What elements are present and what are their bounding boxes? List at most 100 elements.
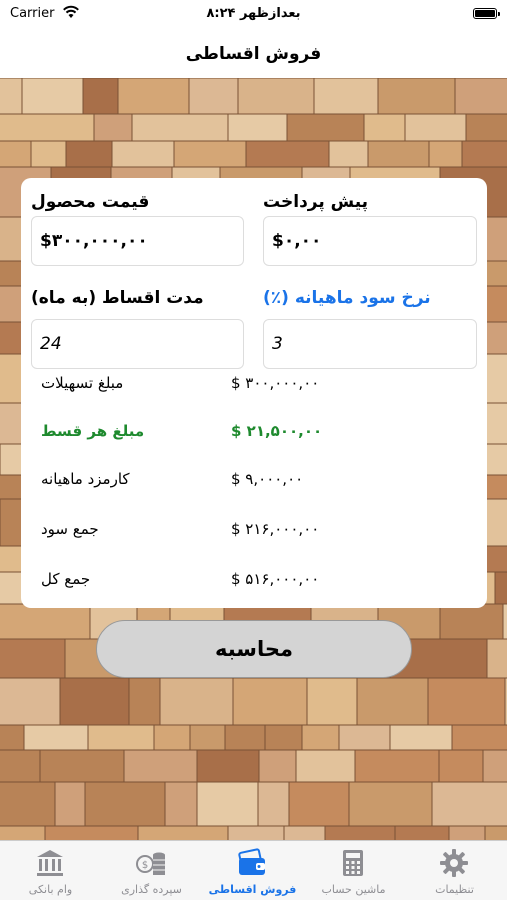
tab-bank-loan[interactable]: وام بانکی (0, 841, 101, 901)
wood-block (461, 140, 507, 168)
result-value: $ ۲۱,۵۰۰,۰۰ (231, 422, 323, 440)
wood-block (44, 825, 139, 840)
wood-block (131, 113, 229, 142)
page-title: فروش اقساطی (185, 44, 322, 64)
product-price-label: قیمت محصول (31, 192, 150, 212)
wood-block (313, 78, 379, 115)
status-bar: Carrier ۸:۲۴ بعدازظهر (0, 0, 507, 30)
tab-settings[interactable]: تنظیمات (404, 841, 505, 901)
wood-block (404, 113, 467, 142)
result-value: $ ۲۱۶,۰۰۰,۰۰ (231, 520, 320, 538)
wood-block (439, 603, 504, 640)
gear-icon (440, 849, 468, 877)
wood-block (153, 724, 191, 751)
tab-calculator[interactable]: ماشین حساب (303, 841, 404, 901)
wood-block (454, 78, 507, 115)
wood-block (431, 781, 507, 827)
wood-block (0, 749, 41, 783)
tab-bar: وام بانکی $ سپرده گذاری فروش اقساطی ماشی… (0, 840, 507, 900)
wood-block (0, 78, 23, 115)
wood-block (0, 603, 91, 640)
tab-deposit[interactable]: $ سپرده گذاری (101, 841, 202, 901)
result-value: $ ۵۱۶,۰۰۰,۰۰ (231, 570, 320, 588)
wood-block (87, 724, 155, 751)
wood-block (283, 825, 326, 840)
wood-block (438, 749, 484, 783)
wallet-icon (238, 848, 265, 875)
wood-block (128, 677, 161, 726)
wood-block (159, 677, 234, 726)
wood-block (82, 78, 119, 115)
wood-block (389, 724, 453, 751)
wood-block (224, 724, 266, 751)
wood-block (59, 677, 130, 726)
wood-block (21, 78, 84, 115)
wood-block (258, 749, 297, 783)
wood-block (237, 78, 315, 115)
wood-block (306, 677, 358, 726)
wood-block (348, 781, 433, 827)
wood-block (0, 825, 46, 840)
monthly-rate-label: نرخ سود ماهیانه (٪) (263, 288, 431, 308)
wood-block (173, 140, 247, 168)
wood-block (448, 825, 486, 840)
down-payment-input[interactable]: $۰,۰۰ (263, 216, 477, 266)
monthly-rate-input[interactable]: 3 (263, 319, 477, 369)
wood-block (93, 113, 133, 142)
wood-block (0, 140, 32, 168)
wood-block (30, 140, 67, 168)
result-label: کارمزد ماهیانه (41, 470, 130, 488)
svg-text:$: $ (142, 860, 148, 871)
tab-label: سپرده گذاری (121, 883, 182, 896)
clock: ۸:۲۴ بعدازظهر (206, 6, 301, 21)
tab-label: تنظیمات (435, 883, 474, 896)
wood-block (324, 825, 396, 840)
result-label: جمع کل (41, 570, 91, 588)
wood-block (84, 781, 166, 827)
result-value: $ ۳۰۰,۰۰۰,۰۰ (231, 374, 320, 392)
result-row-total-interest: جمع سود $ ۲۱۶,۰۰۰,۰۰ (21, 520, 487, 544)
wood-block (301, 724, 340, 751)
installment-period-input[interactable]: 24 (31, 319, 244, 369)
wood-block (502, 603, 507, 640)
result-label: مبلغ تسهیلات (41, 374, 124, 392)
result-label: جمع سود (41, 520, 99, 538)
down-payment-label: پیش پرداخت (263, 192, 369, 212)
tab-installment-sales[interactable]: فروش اقساطی (202, 841, 303, 901)
wood-block (354, 749, 440, 783)
wood-block (0, 781, 56, 827)
wood-block (0, 724, 25, 751)
calculator-icon (343, 850, 363, 876)
wood-block (482, 749, 507, 783)
wood-block (295, 749, 356, 783)
wood-block (111, 140, 175, 168)
result-label: مبلغ هر قسط (41, 422, 145, 440)
wood-block (137, 825, 229, 840)
result-row-loan-amount: مبلغ تسهیلات $ ۳۰۰,۰۰۰,۰۰ (21, 374, 487, 398)
wood-block (367, 140, 430, 168)
calculator-card: قیمت محصول پیش پرداخت $۳۰۰,۰۰۰,۰۰ $۰,۰۰ … (21, 178, 487, 608)
wood-block (465, 113, 507, 142)
wood-block (227, 113, 288, 142)
wood-block (188, 78, 239, 115)
product-price-input[interactable]: $۳۰۰,۰۰۰,۰۰ (31, 216, 244, 266)
wood-block (377, 78, 456, 115)
wood-block (117, 78, 190, 115)
wood-block (328, 140, 369, 168)
wood-block (227, 825, 285, 840)
wood-block (164, 781, 198, 827)
wood-block (428, 140, 463, 168)
tab-label: فروش اقساطی (208, 883, 297, 896)
wood-block (427, 677, 506, 726)
result-value: $ ۹,۰۰۰,۰۰ (231, 470, 304, 488)
wood-block (356, 677, 429, 726)
wood-block (196, 781, 259, 827)
tab-label: وام بانکی (28, 883, 73, 896)
tab-label: ماشین حساب (321, 883, 386, 896)
wood-block (484, 353, 507, 404)
result-row-installment: مبلغ هر قسط $ ۲۱,۵۰۰,۰۰ (21, 422, 487, 446)
wood-block (232, 677, 308, 726)
wood-block (257, 781, 290, 827)
calculate-button[interactable]: محاسبه (96, 620, 412, 678)
wood-block (0, 677, 61, 726)
